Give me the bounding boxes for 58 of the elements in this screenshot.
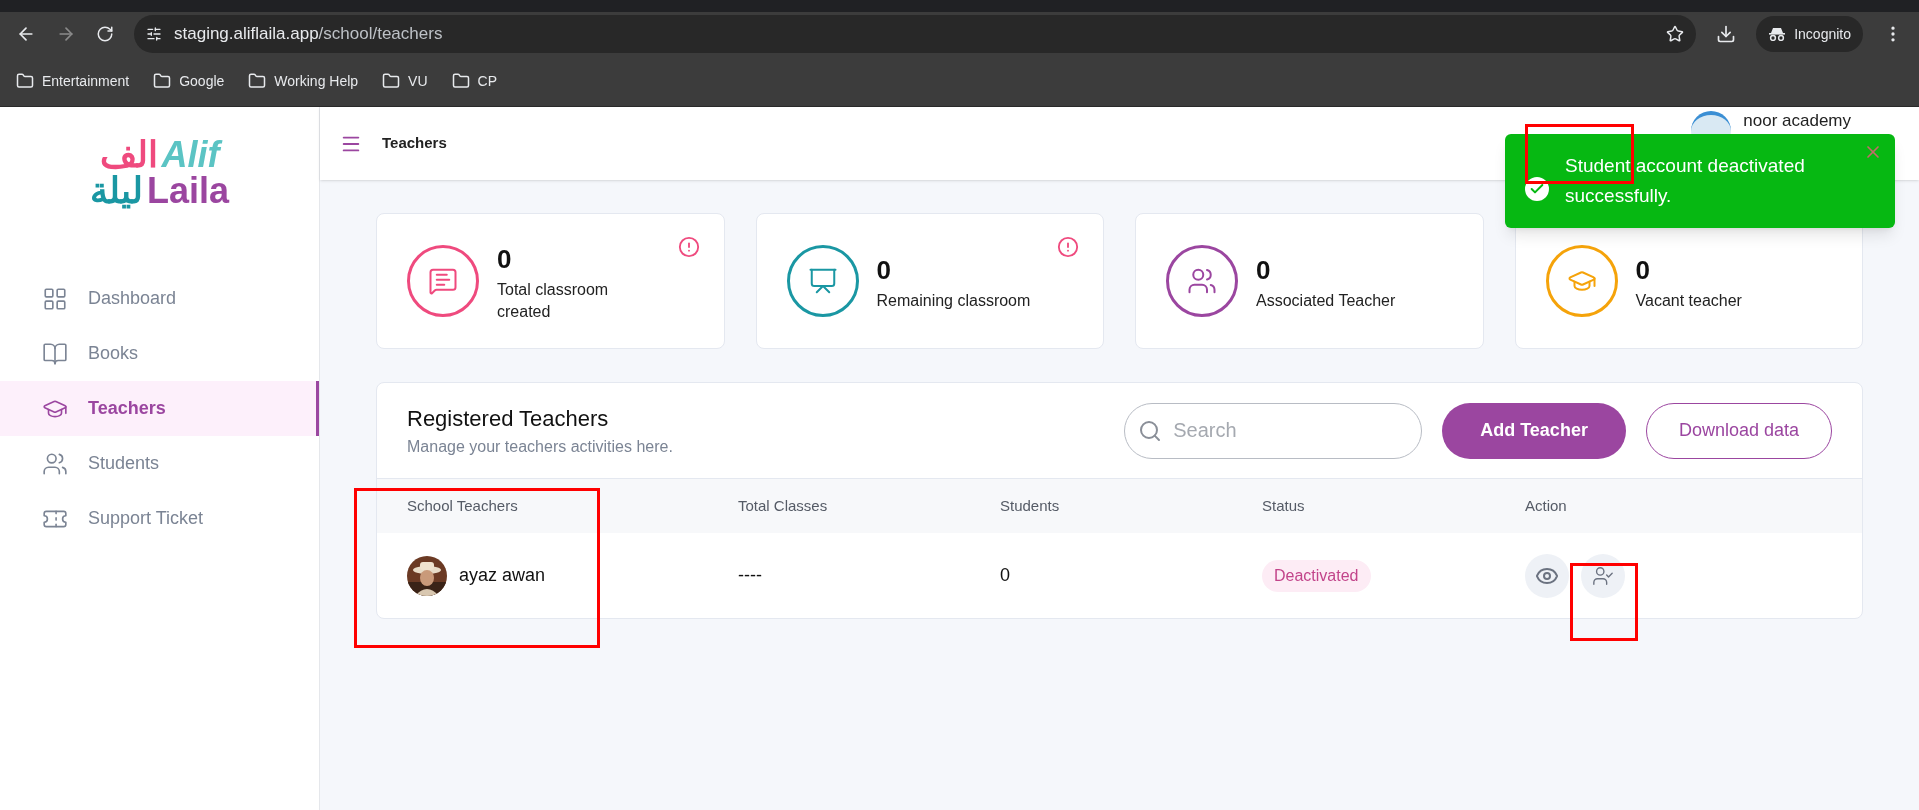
sidebar-item[interactable]: Dashboard <box>0 271 319 326</box>
grid-icon <box>42 285 68 312</box>
search-icon <box>1138 418 1163 443</box>
folder-icon <box>248 72 267 90</box>
stat-label: Total classroom created <box>497 279 610 322</box>
stat-value: 0 <box>1635 253 1651 287</box>
sidebar-item[interactable]: Support Ticket <box>0 491 319 546</box>
stat-value: 0 <box>497 242 513 276</box>
bookmark-star-icon[interactable] <box>1666 25 1685 43</box>
teacher-name: ayaz awan <box>459 564 546 587</box>
url-text: staging.aliflaila.app/school/teachers <box>174 23 443 46</box>
chat-icon <box>428 266 458 296</box>
alert-icon[interactable] <box>677 236 700 258</box>
view-button[interactable] <box>1525 553 1569 598</box>
sidebar-item[interactable]: Students <box>0 436 319 491</box>
bookmark-folder[interactable]: Google <box>153 70 225 92</box>
folder-icon <box>382 72 401 90</box>
sidebar-item[interactable]: Teachers <box>0 381 319 436</box>
incognito-icon <box>1768 27 1787 41</box>
sidebar-item[interactable]: Books <box>0 326 319 381</box>
people-icon <box>42 450 68 477</box>
column-header: Total Classes <box>738 495 829 516</box>
user-check-icon <box>1592 564 1614 587</box>
bookmark-folder[interactable]: CP <box>451 70 497 92</box>
stat-value: 0 <box>1256 253 1272 287</box>
toast-message: Student account deactivated successfully. <box>1565 154 1806 208</box>
bookmark-folder[interactable]: Working Help <box>248 70 359 92</box>
panel-subtitle: Manage your teachers activities here. <box>407 437 674 457</box>
alert-icon[interactable] <box>1057 236 1079 258</box>
bookmark-folder[interactable]: Entertainment <box>16 70 130 92</box>
table-cell-text: 0 <box>1000 564 1011 587</box>
presentation-board-icon <box>807 266 838 296</box>
stat-value: 0 <box>876 253 892 287</box>
book-icon <box>42 340 68 367</box>
folder-icon <box>451 72 470 90</box>
folder-icon <box>153 72 172 90</box>
reload-icon[interactable] <box>96 25 114 43</box>
bookmark-folder[interactable]: VU <box>382 70 428 92</box>
status-badge: Deactivated <box>1262 559 1371 592</box>
incognito-badge[interactable]: Incognito <box>1756 16 1863 52</box>
user-name: noor academy <box>1743 111 1851 131</box>
panel-title: Registered Teachers <box>407 405 610 433</box>
site-settings-icon[interactable] <box>146 26 162 42</box>
column-header: Action <box>1525 495 1568 516</box>
table-cell-text: ---- <box>738 564 763 587</box>
stat-label: Vacant teacher <box>1635 290 1743 311</box>
column-header: School Teachers <box>407 495 519 516</box>
column-header: Status <box>1262 495 1306 516</box>
stat-label: Remaining classroom <box>876 290 1032 311</box>
stat-label: Associated Teacher <box>1256 290 1397 311</box>
page-title: Teachers <box>382 133 447 154</box>
folder-icon <box>16 72 34 90</box>
address-bar[interactable]: staging.aliflaila.app/school/teachers <box>134 15 1697 53</box>
add-teacher-button[interactable]: Add Teacher <box>1442 402 1626 459</box>
people-icon <box>1187 266 1217 296</box>
search-field[interactable]: Search <box>1124 402 1423 459</box>
download-icon[interactable] <box>1716 24 1737 44</box>
column-header: Students <box>1000 495 1061 516</box>
